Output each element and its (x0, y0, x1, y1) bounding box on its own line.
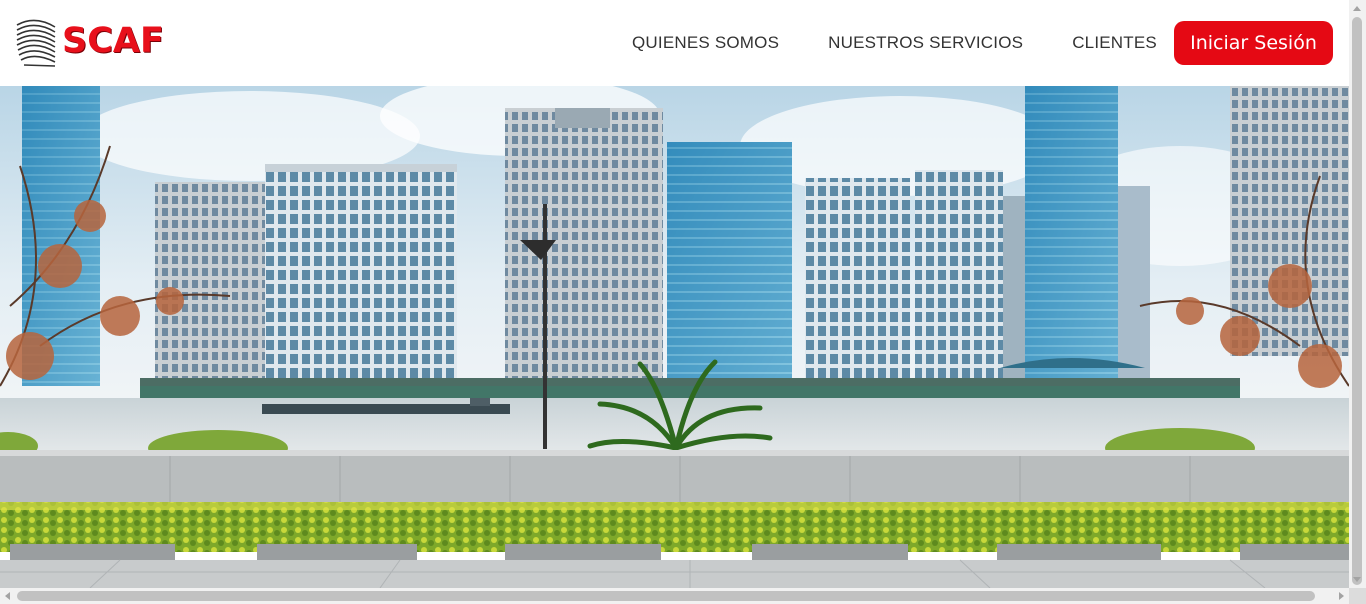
scrollbar-corner (1349, 588, 1366, 604)
horizontal-scrollbar[interactable] (0, 588, 1349, 604)
horizontal-scroll-thumb[interactable] (17, 591, 1315, 601)
scroll-left-icon[interactable] (5, 592, 10, 600)
vertical-scrollbar[interactable] (1349, 0, 1366, 604)
building-stack-icon (16, 19, 56, 67)
vertical-scroll-thumb[interactable] (1352, 17, 1362, 585)
hero-image (0, 86, 1349, 588)
login-button[interactable]: Iniciar Sesión (1174, 21, 1333, 65)
brand-logo[interactable]: SCAF (15, 14, 165, 68)
main-nav: QUIENES SOMOS NUESTROS SERVICIOS CLIENTE… (632, 33, 1206, 53)
scroll-right-icon[interactable] (1339, 592, 1344, 600)
nav-link-clientes[interactable]: CLIENTES (1072, 33, 1157, 53)
city-skyline-riverfront-photo (0, 86, 1349, 588)
nav-link-quienes-somos[interactable]: QUIENES SOMOS (632, 33, 779, 53)
brand-name: SCAF (62, 21, 164, 61)
site-header: SCAF QUIENES SOMOS NUESTROS SERVICIOS CL… (0, 0, 1349, 86)
nav-link-nuestros-servicios[interactable]: NUESTROS SERVICIOS (828, 33, 1023, 53)
scroll-up-icon[interactable] (1353, 6, 1361, 11)
scroll-down-icon[interactable] (1353, 577, 1361, 582)
